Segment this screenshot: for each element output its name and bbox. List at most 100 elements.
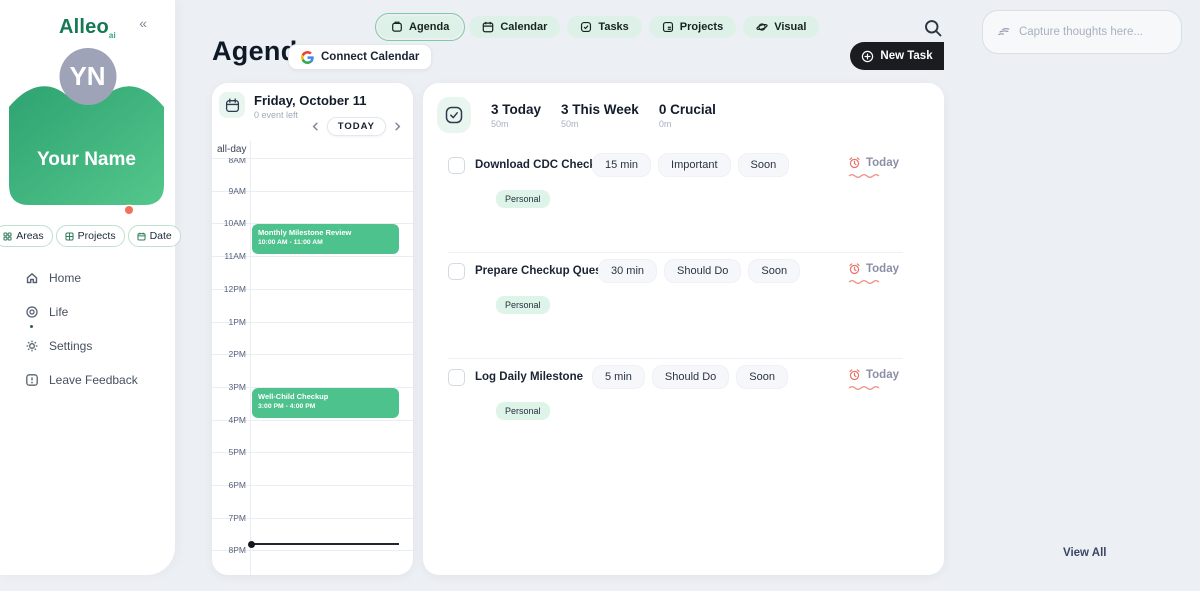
- calendar-panel: Friday, October 11 0 event left TODAY al…: [212, 83, 413, 575]
- sidebar-filter-pills: Areas Projects Date: [0, 225, 175, 247]
- task-due-label: Today: [866, 157, 899, 169]
- hour-label: 4PM: [212, 415, 246, 425]
- areas-button[interactable]: Areas: [0, 225, 53, 247]
- task-tag[interactable]: Personal: [496, 190, 550, 208]
- notifications-text: 2 new notifications: [40, 204, 118, 215]
- task-row: Log Daily Milestone 5 min Should Do Soon…: [448, 359, 903, 465]
- projects-icon: [65, 232, 74, 241]
- event-title: Monthly Milestone Review: [258, 228, 393, 237]
- life-active-dot: [30, 325, 33, 328]
- areas-label: Areas: [16, 230, 43, 242]
- scribble-icon: [997, 25, 1011, 39]
- tab-tasks[interactable]: Tasks: [567, 16, 641, 38]
- calendar-day-grid[interactable]: all-day 8AM 9AM 10AM 11AM 12PM 1P: [212, 141, 413, 575]
- logo-text: Alleo: [59, 16, 109, 38]
- agenda-icon: [391, 21, 403, 33]
- calendar-icon: [482, 21, 494, 33]
- calendar-icon: [225, 98, 240, 113]
- task-checkbox[interactable]: [448, 369, 465, 386]
- tab-projects[interactable]: Projects: [649, 16, 736, 38]
- calendar-event[interactable]: Well-Child Checkup 3:00 PM - 4:00 PM: [252, 388, 399, 418]
- hour-label: 12PM: [212, 284, 246, 294]
- prev-day-button[interactable]: [310, 121, 321, 132]
- areas-icon: [3, 232, 12, 241]
- connect-calendar-label: Connect Calendar: [321, 51, 419, 63]
- task-checkbox[interactable]: [448, 157, 465, 174]
- app-logo[interactable]: Alleoai: [59, 16, 116, 40]
- task-duration-pill[interactable]: 30 min: [598, 259, 657, 283]
- task-priority-pill[interactable]: Should Do: [652, 365, 729, 389]
- capture-thoughts-box[interactable]: [982, 10, 1182, 54]
- task-due-label: Today: [866, 263, 899, 275]
- collapse-sidebar-icon[interactable]: «: [139, 15, 147, 31]
- life-target-icon: [25, 305, 39, 319]
- task-due-badge[interactable]: Today: [848, 156, 899, 169]
- notifications-link[interactable]: 2 new notifications: [9, 204, 164, 215]
- current-time-indicator: [251, 543, 399, 545]
- task-priority-pill[interactable]: Should Do: [664, 259, 741, 283]
- new-task-button[interactable]: New Task: [850, 42, 944, 70]
- sidebar-item-leave-feedback[interactable]: Leave Feedback: [25, 373, 175, 387]
- squiggle-underline: [848, 385, 884, 390]
- task-duration-pill[interactable]: 15 min: [592, 153, 651, 177]
- task-list: Download CDC Checklist 15 min Important …: [423, 147, 944, 465]
- task-title: Log Daily Milestone: [475, 371, 583, 383]
- logo-row: Alleoai «: [0, 0, 175, 40]
- alarm-clock-icon: [848, 368, 861, 381]
- calendar-icon-box: [219, 92, 245, 118]
- task-tag[interactable]: Personal: [496, 402, 550, 420]
- task-urgency-pill[interactable]: Soon: [748, 259, 800, 283]
- date-filter-button[interactable]: Date: [128, 225, 181, 247]
- tab-label: Calendar: [500, 21, 547, 33]
- hour-label: 9AM: [212, 186, 246, 196]
- stat-duration: 50m: [491, 119, 541, 129]
- tab-visual[interactable]: Visual: [743, 16, 819, 38]
- view-all-link[interactable]: View All: [1063, 547, 1106, 559]
- tab-calendar[interactable]: Calendar: [469, 16, 560, 38]
- task-duration-pill[interactable]: 5 min: [592, 365, 645, 389]
- app-root: Alleoai « Your Name 2 new notifications: [0, 0, 1200, 591]
- sidebar-item-label: Settings: [49, 339, 92, 353]
- projects-filter-button[interactable]: Projects: [56, 225, 125, 247]
- sidebar-item-home[interactable]: Home: [25, 271, 175, 285]
- tab-agenda[interactable]: Agenda: [378, 16, 462, 38]
- connect-calendar-button[interactable]: Connect Calendar: [288, 44, 432, 70]
- sidebar-item-settings[interactable]: Settings: [25, 339, 175, 353]
- event-title: Well-Child Checkup: [258, 392, 393, 401]
- logo-suffix: ai: [109, 31, 116, 40]
- squiggle-underline: [848, 279, 884, 284]
- sidebar-item-life[interactable]: Life: [25, 305, 175, 319]
- sidebar-item-label: Life: [49, 305, 68, 319]
- stat-label: 3 This Week: [561, 102, 639, 117]
- events-left-text: 0 event left: [254, 110, 298, 120]
- next-day-button[interactable]: [392, 121, 403, 132]
- search-button[interactable]: [923, 18, 945, 40]
- projects-filter-label: Projects: [78, 230, 116, 242]
- calendar-event[interactable]: Monthly Milestone Review 10:00 AM - 11:0…: [252, 224, 399, 254]
- tab-label: Visual: [774, 21, 806, 33]
- hour-label: 5PM: [212, 447, 246, 457]
- avatar[interactable]: YN: [59, 48, 116, 105]
- stat-label: 0 Crucial: [659, 102, 716, 117]
- stat-duration: 50m: [561, 119, 639, 129]
- capture-thoughts-input[interactable]: [1019, 26, 1167, 38]
- sidebar-item-label: Leave Feedback: [49, 373, 138, 387]
- stat-label: 3 Today: [491, 102, 541, 117]
- gear-icon: [25, 339, 39, 353]
- event-time: 10:00 AM - 11:00 AM: [258, 239, 393, 246]
- task-due-badge[interactable]: Today: [848, 262, 899, 275]
- time-column-divider: [250, 141, 251, 575]
- check-square-icon: [444, 105, 464, 125]
- task-urgency-pill[interactable]: Soon: [736, 365, 788, 389]
- task-urgency-pill[interactable]: Soon: [738, 153, 790, 177]
- today-button[interactable]: TODAY: [327, 117, 386, 136]
- task-checkbox[interactable]: [448, 263, 465, 280]
- stat-today: 3 Today 50m: [491, 102, 541, 129]
- task-due-badge[interactable]: Today: [848, 368, 899, 381]
- task-tag[interactable]: Personal: [496, 296, 550, 314]
- task-priority-pill[interactable]: Important: [658, 153, 730, 177]
- calendar-nav: TODAY: [310, 117, 403, 136]
- tasks-checkbox-icon-box: [437, 97, 471, 133]
- task-due-label: Today: [866, 369, 899, 381]
- stat-duration: 0m: [659, 119, 716, 129]
